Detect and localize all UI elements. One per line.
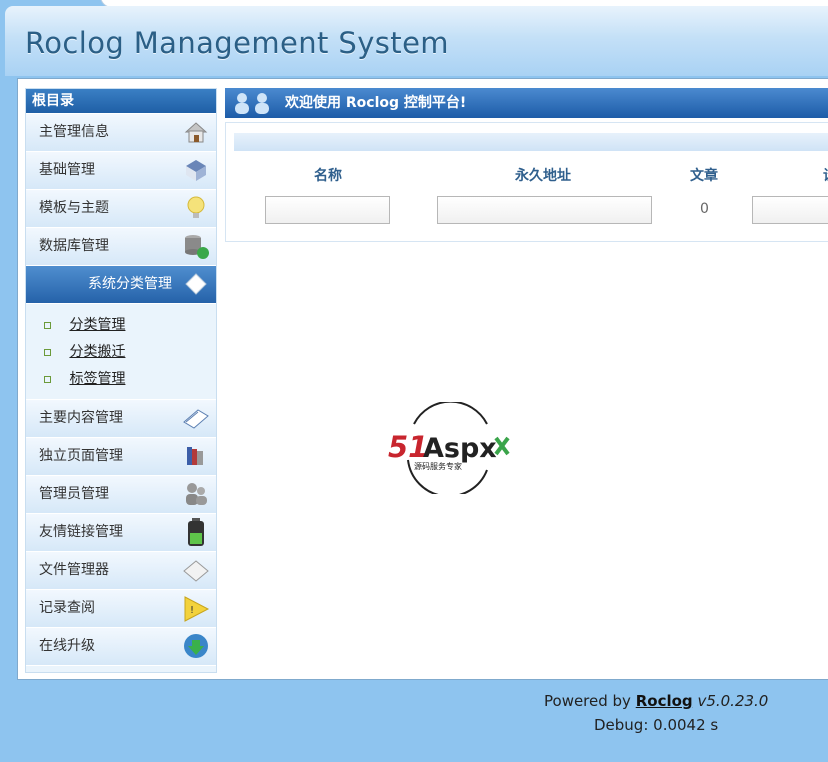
- sidebar-item-categories[interactable]: 系统分类管理: [26, 266, 216, 304]
- submenu-item: 标签管理: [26, 366, 216, 393]
- sidebar-item-label: 系统分类管理: [88, 276, 172, 292]
- brand-logo: 51 Aspx 源码服务专家: [384, 400, 512, 498]
- debug-text: Debug: 0.0042 s: [594, 716, 719, 734]
- content-frame: 根目录 主管理信息 基础管理 模板与主题 数据库管理 系统分类管理 分类管理 分…: [17, 78, 828, 680]
- category-permalink-input[interactable]: [437, 196, 652, 224]
- folder-icon: [182, 556, 210, 584]
- sidebar-item-label: 模板与主题: [39, 200, 109, 216]
- svg-text:Aspx: Aspx: [423, 433, 497, 464]
- category-table: 名称 永久地址 文章 设 0: [225, 122, 828, 242]
- sidebar-item-content[interactable]: 主要内容管理: [26, 400, 216, 438]
- welcome-bar: 欢迎使用 Roclog 控制平台!: [225, 88, 828, 118]
- books-icon: [182, 442, 210, 470]
- sidebar-item-label: 主管理信息: [39, 124, 109, 140]
- welcome-text: 欢迎使用 Roclog 控制平台!: [285, 95, 467, 111]
- sidebar-item-logs[interactable]: 记录查阅 !: [26, 590, 216, 628]
- sidebar-item-label: 管理员管理: [39, 486, 109, 502]
- category-manage-link[interactable]: 分类管理: [69, 317, 125, 333]
- sidebar-item-label: 记录查阅: [39, 600, 95, 616]
- book-icon: [182, 404, 210, 432]
- column-header-settings: 设: [823, 165, 828, 185]
- tag-manage-link[interactable]: 标签管理: [69, 371, 125, 387]
- sidebar-item-templates[interactable]: 模板与主题: [26, 190, 216, 228]
- sidebar-item-pages[interactable]: 独立页面管理: [26, 438, 216, 476]
- app-title: Roclog Management System: [25, 26, 449, 60]
- category-extra-input[interactable]: [752, 196, 828, 224]
- column-header-posts: 文章: [690, 168, 718, 184]
- category-submenu: 分类管理 分类搬迁 标签管理: [26, 304, 216, 400]
- logo-tagline: 源码服务专家: [414, 461, 462, 471]
- house-icon: [182, 118, 210, 146]
- sidebar-item-label: 在线升级: [39, 638, 95, 654]
- powered-by-text: Powered by: [544, 692, 631, 710]
- sidebar-heading: 根目录: [26, 89, 216, 114]
- diamond-icon: [182, 270, 210, 298]
- users-icon: [182, 480, 210, 508]
- submenu-item: 分类搬迁: [26, 339, 216, 366]
- category-move-link[interactable]: 分类搬迁: [69, 344, 125, 360]
- cube-icon: [182, 156, 210, 184]
- submenu-item: 分类管理: [26, 312, 216, 339]
- users-icon: [231, 91, 277, 126]
- column-header-permalink: 永久地址: [515, 168, 571, 184]
- sidebar-item-label: 文件管理器: [39, 562, 109, 578]
- warning-icon: !: [182, 594, 210, 622]
- main-panel: 欢迎使用 Roclog 控制平台! 名称 永久地址 文章 设 0: [225, 88, 828, 248]
- footer-credit: Powered by Roclog v5.0.23.0: [544, 692, 768, 710]
- app-header: Roclog Management System: [5, 6, 828, 76]
- roclog-link[interactable]: Roclog: [636, 692, 693, 710]
- post-count: 0: [700, 201, 709, 217]
- table-toolbar: [234, 133, 828, 151]
- sidebar-item-database[interactable]: 数据库管理: [26, 228, 216, 266]
- sidebar-item-label: 数据库管理: [39, 238, 109, 254]
- sidebar-item-label: 基础管理: [39, 162, 95, 178]
- bulb-icon: [182, 194, 210, 222]
- sidebar: 根目录 主管理信息 基础管理 模板与主题 数据库管理 系统分类管理 分类管理 分…: [25, 88, 217, 673]
- bullet-icon: [44, 348, 51, 356]
- sidebar-item-label: 主要内容管理: [39, 410, 123, 426]
- sidebar-item-main-info[interactable]: 主管理信息: [26, 114, 216, 152]
- column-header-name: 名称: [314, 168, 342, 184]
- battery-icon: [182, 518, 210, 546]
- sidebar-item-files[interactable]: 文件管理器: [26, 552, 216, 590]
- svg-text:!: !: [190, 605, 194, 616]
- bullet-icon: [44, 321, 51, 329]
- sidebar-item-basic[interactable]: 基础管理: [26, 152, 216, 190]
- database-refresh-icon: [182, 232, 210, 260]
- globe-download-icon: [182, 632, 210, 660]
- category-name-input[interactable]: [265, 196, 390, 224]
- sidebar-item-admins[interactable]: 管理员管理: [26, 476, 216, 514]
- version-text: v5.0.23.0: [697, 692, 769, 710]
- sidebar-item-label: 独立页面管理: [39, 448, 123, 464]
- sidebar-item-label: 友情链接管理: [39, 524, 123, 540]
- sidebar-item-links[interactable]: 友情链接管理: [26, 514, 216, 552]
- bullet-icon: [44, 375, 51, 383]
- sidebar-item-upgrade[interactable]: 在线升级: [26, 628, 216, 666]
